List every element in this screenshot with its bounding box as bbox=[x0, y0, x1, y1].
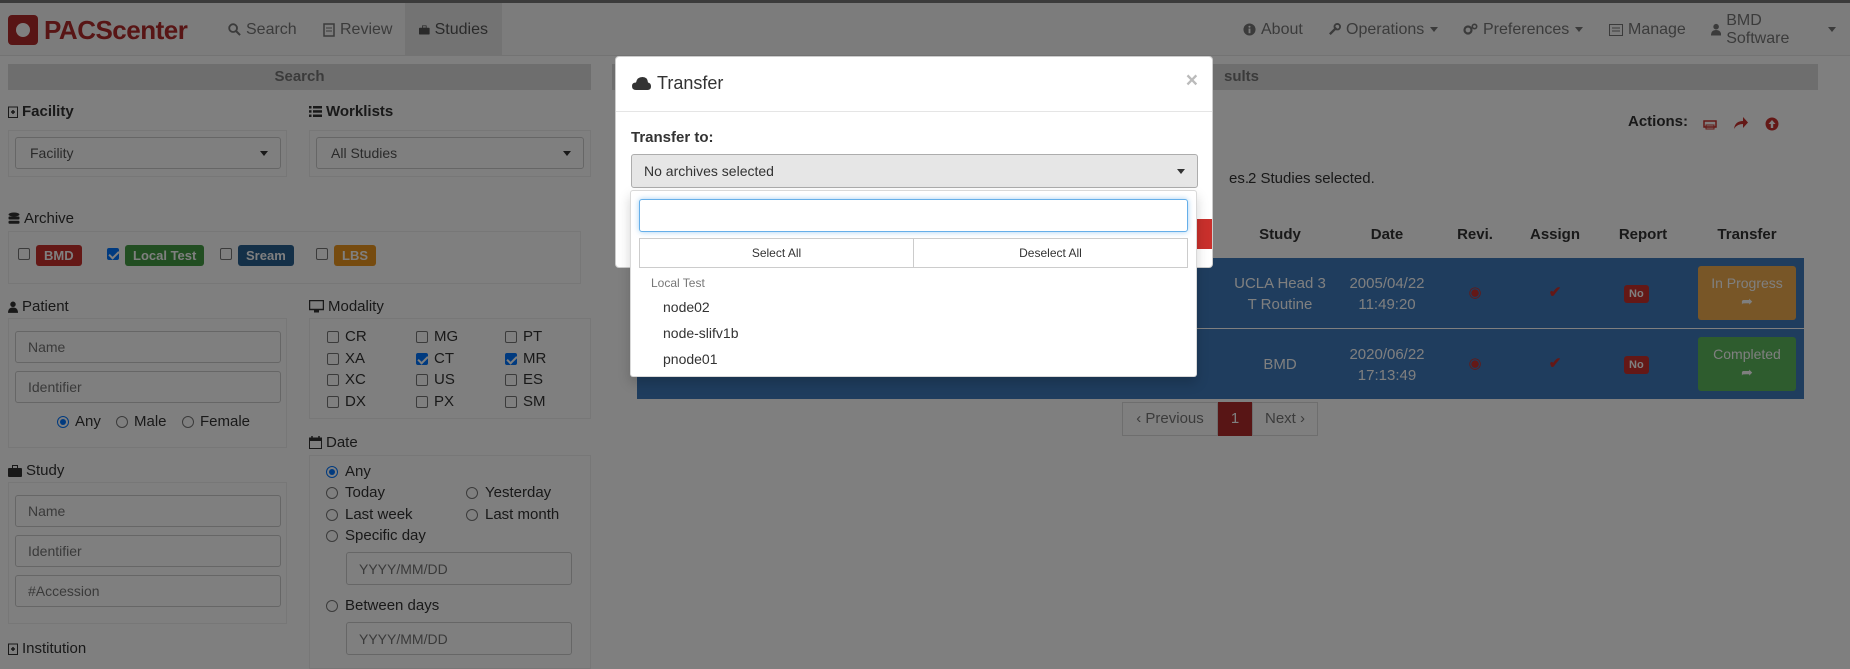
archive-multiselect-dropdown: Select All Deselect All Local Test node0… bbox=[630, 190, 1197, 377]
archive-filter-input[interactable] bbox=[639, 199, 1188, 232]
chevron-down-icon bbox=[1177, 169, 1185, 174]
close-icon[interactable]: × bbox=[1186, 69, 1198, 93]
modal-confirm-button-edge[interactable] bbox=[1196, 219, 1212, 249]
archive-option[interactable]: pnode01 bbox=[663, 351, 718, 367]
archive-option[interactable]: node02 bbox=[663, 299, 710, 315]
archive-multiselect-value: No archives selected bbox=[644, 163, 774, 179]
select-all-button[interactable]: Select All bbox=[639, 238, 914, 268]
archive-option[interactable]: node-slifv1b bbox=[663, 325, 739, 341]
transfer-to-label: Transfer to: bbox=[631, 129, 714, 146]
option-group-label: Local Test bbox=[651, 276, 705, 290]
deselect-all-button[interactable]: Deselect All bbox=[913, 238, 1188, 268]
modal-title: Transfer bbox=[632, 73, 723, 94]
cloud-icon bbox=[632, 77, 651, 90]
modal-title-text: Transfer bbox=[657, 73, 724, 93]
modal-header: Transfer × bbox=[616, 57, 1212, 112]
archive-multiselect-button[interactable]: No archives selected bbox=[631, 154, 1198, 188]
